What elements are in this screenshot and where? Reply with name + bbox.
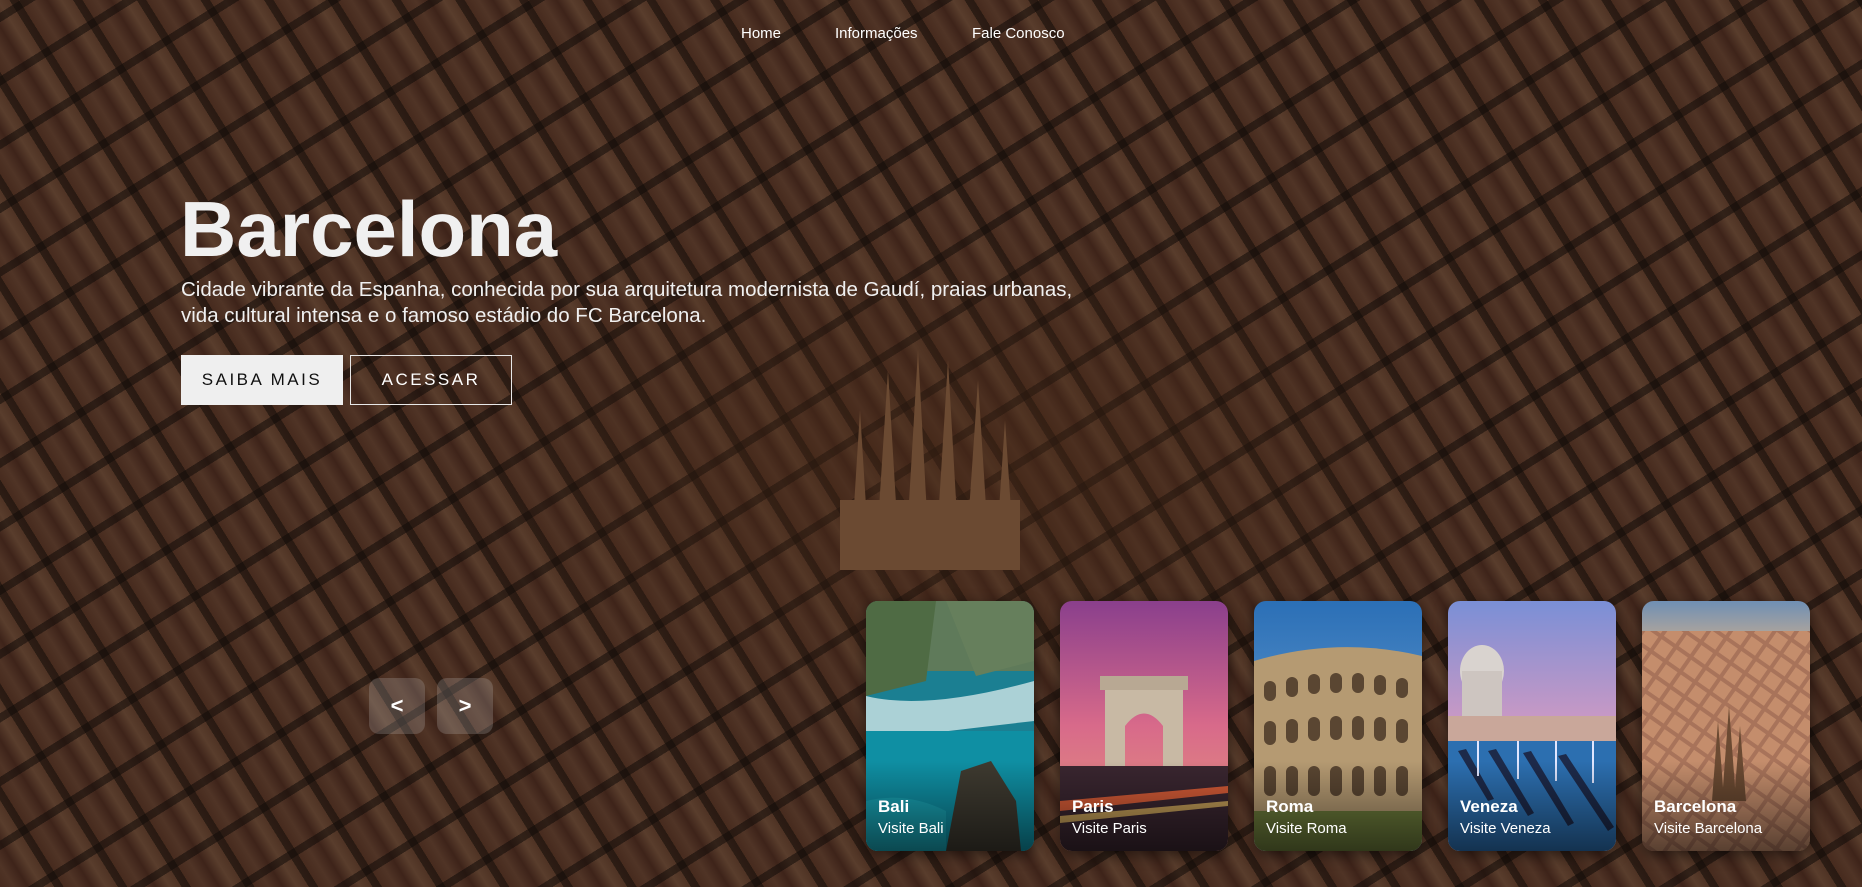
acessar-button[interactable]: ACESSAR: [350, 355, 512, 405]
destination-card-veneza[interactable]: Veneza Visite Veneza: [1448, 601, 1616, 851]
destination-card-bali[interactable]: Bali Visite Bali: [866, 601, 1034, 851]
chevron-right-icon: >: [458, 693, 472, 718]
nav-informacoes-link[interactable]: Informações: [835, 25, 918, 42]
card-subtitle: Visite Roma: [1266, 820, 1347, 837]
hero-description: Cidade vibrante da Espanha, conhecida po…: [181, 278, 1073, 327]
carousel-prev-button[interactable]: <: [369, 678, 425, 734]
card-subtitle: Visite Veneza: [1460, 820, 1551, 837]
card-subtitle: Visite Paris: [1072, 820, 1147, 837]
card-title: Veneza: [1460, 797, 1518, 816]
card-subtitle: Visite Bali: [878, 820, 944, 837]
page-title: Barcelona: [180, 185, 558, 273]
nav-home-link[interactable]: Home: [741, 25, 781, 42]
card-title: Roma: [1266, 797, 1314, 816]
card-title: Barcelona: [1654, 797, 1737, 816]
card-title: Bali: [878, 797, 910, 816]
saiba-mais-button[interactable]: SAIBA MAIS: [181, 355, 343, 405]
destination-card-barcelona[interactable]: Barcelona Visite Barcelona: [1642, 601, 1810, 851]
card-title: Paris: [1072, 797, 1114, 816]
sagrada-familia-illustration: [840, 350, 1020, 570]
chevron-left-icon: <: [390, 693, 404, 718]
destination-card-roma[interactable]: Roma Visite Roma: [1254, 601, 1422, 851]
hero-section: Home Informações Fale Conosco Barcelona …: [0, 0, 1862, 887]
destination-card-paris[interactable]: Paris Visite Paris: [1060, 601, 1228, 851]
nav-fale-conosco-link[interactable]: Fale Conosco: [972, 25, 1065, 42]
card-subtitle: Visite Barcelona: [1654, 820, 1763, 837]
carousel-next-button[interactable]: >: [437, 678, 493, 734]
